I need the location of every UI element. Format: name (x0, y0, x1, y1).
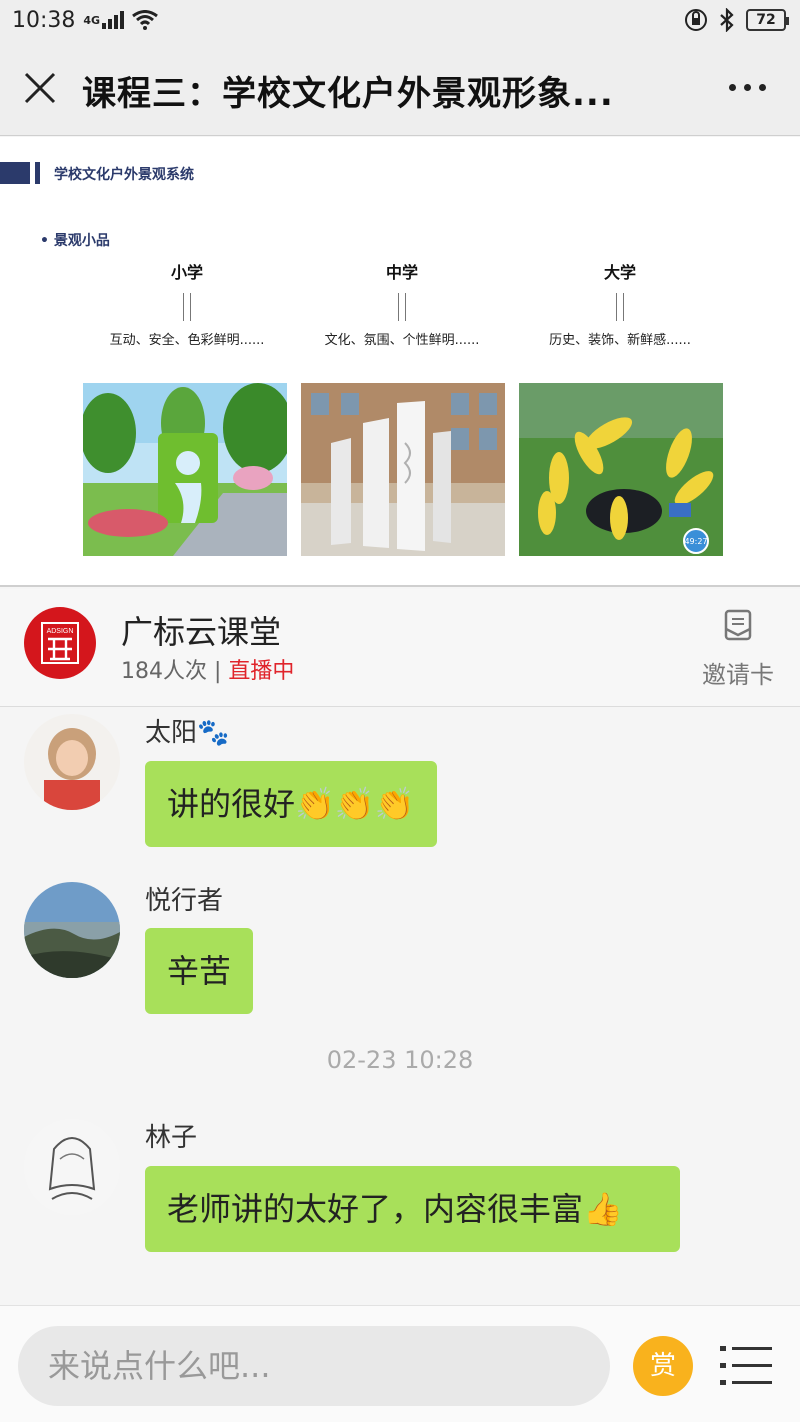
message-username: 林子 (145, 1123, 198, 1153)
column-description: 文化、氛围、个性鲜明...... (324, 333, 480, 348)
wifi-icon (132, 10, 158, 30)
channel-logo[interactable]: ADSIGN (24, 607, 96, 679)
reward-button[interactable]: 赏 (633, 1336, 693, 1396)
avatar[interactable] (24, 882, 120, 978)
view-count: 184人次 (121, 659, 207, 684)
slide-accent-bar (0, 162, 30, 184)
menu-icon[interactable] (718, 1342, 774, 1390)
battery-indicator: 72 (746, 9, 789, 31)
more-dot (744, 84, 751, 91)
slide-column-primary: 小学 互动、安全、色彩鲜明...... (77, 259, 297, 348)
message-bubble[interactable]: 讲的很好👏👏👏 (145, 761, 437, 847)
message-username: 太阳🐾 (145, 718, 230, 748)
avatar[interactable] (24, 1119, 120, 1215)
battery-level: 72 (756, 12, 776, 28)
live-status: 直播中 (228, 659, 295, 684)
column-heading: 大学 (603, 263, 636, 282)
invite-card-label: 邀请卡 (702, 661, 774, 689)
logo-text: ADSIGN (47, 628, 74, 635)
avatar[interactable] (24, 714, 120, 810)
comment-input[interactable]: 来说点什么吧... (18, 1326, 610, 1406)
more-dot (729, 84, 736, 91)
status-bar: 10:38 4G 72 (0, 0, 800, 40)
chat-timestamp: 02-23 10:28 (326, 1046, 474, 1074)
slide-system-title: 学校文化户外景观系统 (54, 167, 194, 183)
network-type: 4G (83, 13, 101, 27)
meta-separator: | (207, 659, 229, 684)
title-bar: 课程三：学校文化户外景观形象... (0, 40, 800, 136)
channel-name: 广标云课堂 (121, 613, 282, 651)
column-heading: 中学 (385, 263, 418, 282)
channel-meta: 184人次 | 直播中 (121, 653, 294, 685)
presentation-slide[interactable]: 学校文化户外景观系统 • 景观小品 小学 互动、安全、色彩鲜明...... 中学… (0, 137, 800, 587)
slide-section-title: • 景观小品 (40, 233, 110, 249)
message-username: 悦行者 (145, 886, 224, 916)
column-divider (183, 293, 191, 321)
column-description: 互动、安全、色彩鲜明...... (109, 333, 265, 348)
alarm-icon (685, 9, 707, 31)
slide-accent-line (35, 162, 40, 184)
more-dot (759, 84, 766, 91)
bluetooth-icon (720, 8, 734, 32)
photo-middle-school (301, 383, 505, 556)
column-divider (616, 293, 624, 321)
column-heading: 小学 (170, 263, 203, 282)
more-options-button[interactable] (729, 84, 766, 91)
message-bubble[interactable]: 辛苦 (145, 928, 254, 1014)
slide-column-university: 大学 历史、装饰、新鲜感...... (510, 259, 730, 348)
photo-university: 49:27 (519, 383, 723, 556)
page-title: 课程三：学校文化户外景观形象... (82, 74, 614, 114)
message-bubble[interactable]: 老师讲的太好了，内容很丰富👍 (145, 1166, 680, 1252)
photo-primary-school (83, 383, 287, 556)
invite-card-button[interactable]: 邀请卡 (698, 607, 778, 690)
channel-header: ADSIGN 广标云课堂 184人次 | 直播中 邀请卡 (0, 589, 800, 707)
invite-card-icon (724, 609, 752, 641)
chat-input-bar: 来说点什么吧... 赏 (0, 1305, 800, 1422)
column-description: 历史、装饰、新鲜感...... (549, 333, 691, 348)
column-divider (398, 293, 406, 321)
close-icon[interactable] (22, 70, 58, 106)
video-timer-badge: 49:27 (683, 528, 709, 554)
slide-column-middle: 中学 文化、氛围、个性鲜明...... (292, 259, 512, 348)
signal-icon (102, 11, 125, 29)
status-time: 10:38 (12, 7, 76, 33)
